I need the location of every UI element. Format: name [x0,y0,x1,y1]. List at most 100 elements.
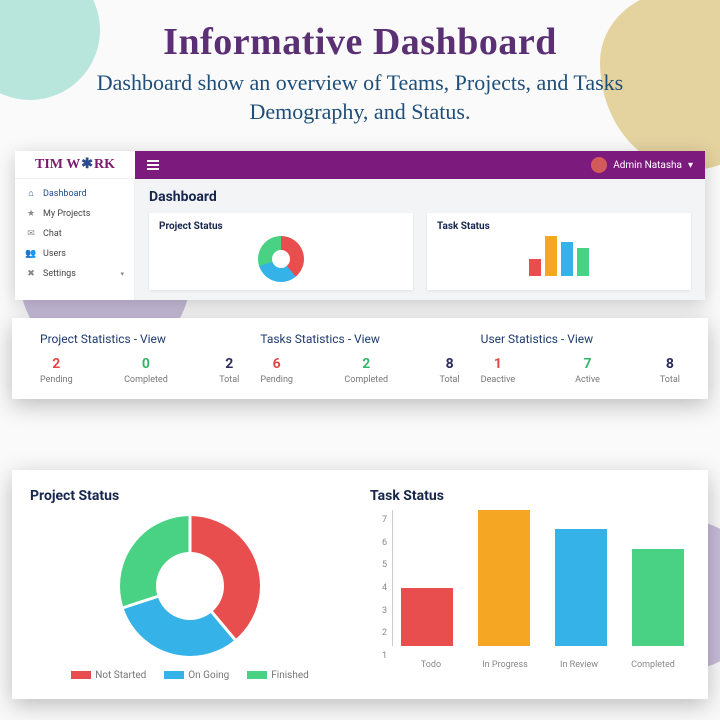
bar-label: Completed [627,660,679,670]
avatar [591,157,607,173]
app-frame: TIM W✱RK Admin Natasha ▾ ⌂ Dashboard ★My P… [15,151,705,300]
bar-in-progress [478,510,530,646]
stat-number: 8 [440,356,460,372]
stat-number: 2 [40,356,73,372]
stat-label: Total [219,375,239,385]
sidebar-item-my-projects[interactable]: ★My Projects [15,204,134,224]
card-title: Task Status [437,221,681,232]
legend-item: Finished [247,670,309,681]
sidebar-item-label: Chat [43,229,62,239]
legend-swatch [71,671,91,679]
stat-number: 2 [219,356,239,372]
sidebar-item-label: Users [43,249,66,259]
stat-number: 6 [260,356,293,372]
menu-toggle-icon[interactable] [147,160,159,170]
card-title: Project Status [159,221,403,232]
hero-subtitle: Dashboard show an overview of Teams, Pro… [60,69,660,126]
stats-title[interactable]: Tasks Statistics - View [260,332,459,346]
y-tick: 6 [371,538,387,548]
bar-in-review [555,529,607,646]
y-tick: 2 [371,628,387,638]
page-title: Dashboard [149,189,691,205]
task-status-bars-mini [437,236,681,276]
sidebar: ⌂ Dashboard ★My Projects ✉ Chat 👥 Users ✖ Settin… [15,179,135,300]
stats-block: Project Statistics - View 2Pending 0 Comple… [30,332,249,385]
bar-completed [632,549,684,646]
y-tick: 7 [371,515,387,525]
sidebar-item-settings[interactable]: ✖ Settings ▾ [15,264,134,284]
topbar: TIM W✱RK Admin Natasha ▾ [15,151,705,179]
stat-completed: 2 Completed [344,356,388,385]
bar-labels: TodoIn ProgressIn ReviewCompleted [394,660,690,670]
mini-bar [545,236,557,276]
stats-strip: Project Statistics - View 2Pending 0 Comple… [12,318,708,399]
gear-icon: ✖ [25,269,37,279]
stat-label: Active [575,375,600,385]
sidebar-item-label: Dashboard [43,189,87,199]
stat-number: 1 [481,356,516,372]
stat-number: 8 [660,356,680,372]
sidebar-item-chat[interactable]: ✉ Chat [15,224,134,244]
y-tick: 5 [371,560,387,570]
project-status-panel: Project Status Not Started On Going Finish… [30,488,350,681]
user-menu[interactable]: Admin Natasha ▾ [591,157,693,173]
project-status-donut [120,516,260,656]
stats-title[interactable]: User Statistics - View [481,332,680,346]
stat-number: 2 [344,356,388,372]
legend-item: Not Started [71,670,146,681]
bar-todo [401,588,453,646]
y-tick: 4 [371,583,387,593]
stat-number: 0 [124,356,168,372]
chat-icon: ✉ [25,229,37,239]
project-status-donut-mini [258,236,304,282]
sidebar-item-users[interactable]: 👥 Users [15,244,134,264]
y-tick: 1 [371,651,387,661]
star-icon: ★ [25,209,37,219]
panel-title: Task Status [370,488,690,504]
stat-active: 7 Active [575,356,600,385]
users-icon: 👥 [25,249,37,259]
stat-label: Completed [124,375,168,385]
bar-label: In Review [553,660,605,670]
bars [394,510,690,646]
panel-title: Project Status [30,488,350,504]
stat-number: 7 [575,356,600,372]
legend-item: On Going [164,670,229,681]
stats-numbers: 1Deactive7Active8Total [481,356,680,385]
stats-numbers: 6Pending 2 Completed 8 Total [260,356,459,385]
user-name: Admin Natasha [613,160,682,171]
bar-label: Todo [405,660,457,670]
home-icon: ⌂ [25,188,37,199]
mini-bar [561,242,573,276]
task-status-panel: Task Status 7654321 TodoIn ProgressIn Re… [370,488,690,681]
mini-bar [577,248,589,277]
hero-title: Informative Dashboard [60,20,660,64]
mini-bar [529,259,541,276]
app-body: ⌂ Dashboard ★My Projects ✉ Chat 👥 Users ✖ Settin… [15,179,705,300]
task-status-card: Task Status [427,213,691,290]
hero-section: Informative Dashboard Dashboard show an … [0,0,720,141]
stat-label: Total [440,375,460,385]
donut-legend: Not Started On Going Finished [71,670,309,681]
chevron-down-icon: ▾ [688,160,693,171]
stat-label: Completed [344,375,388,385]
chevron-down-icon: ▾ [120,270,124,278]
stat-label: Deactive [481,375,516,385]
stats-title[interactable]: Project Statistics - View [40,332,239,346]
logo-text-pre: TIM W [35,157,80,173]
stat-pending: 6Pending [260,356,293,385]
task-status-barchart: 7654321 TodoIn ProgressIn ReviewComplete… [370,510,690,670]
stat-completed: 0 Completed [124,356,168,385]
main-content: Dashboard Project Status Task Status [135,179,705,300]
legend-swatch [247,671,267,679]
sidebar-item-label: Settings [43,269,76,279]
stats-block: User Statistics - View1Deactive7Active8T… [470,332,690,385]
y-tick: 3 [371,606,387,616]
charts-panel: Project Status Not Started On Going Finish… [12,470,708,699]
stat-pending: 2Pending [40,356,73,385]
logo-text-post: RK [94,157,115,173]
stat-total: 8 Total [440,356,460,385]
sidebar-item-dashboard[interactable]: ⌂ Dashboard [15,183,134,204]
logo[interactable]: TIM W✱RK [15,151,135,179]
logo-star-icon: ✱ [81,156,93,173]
